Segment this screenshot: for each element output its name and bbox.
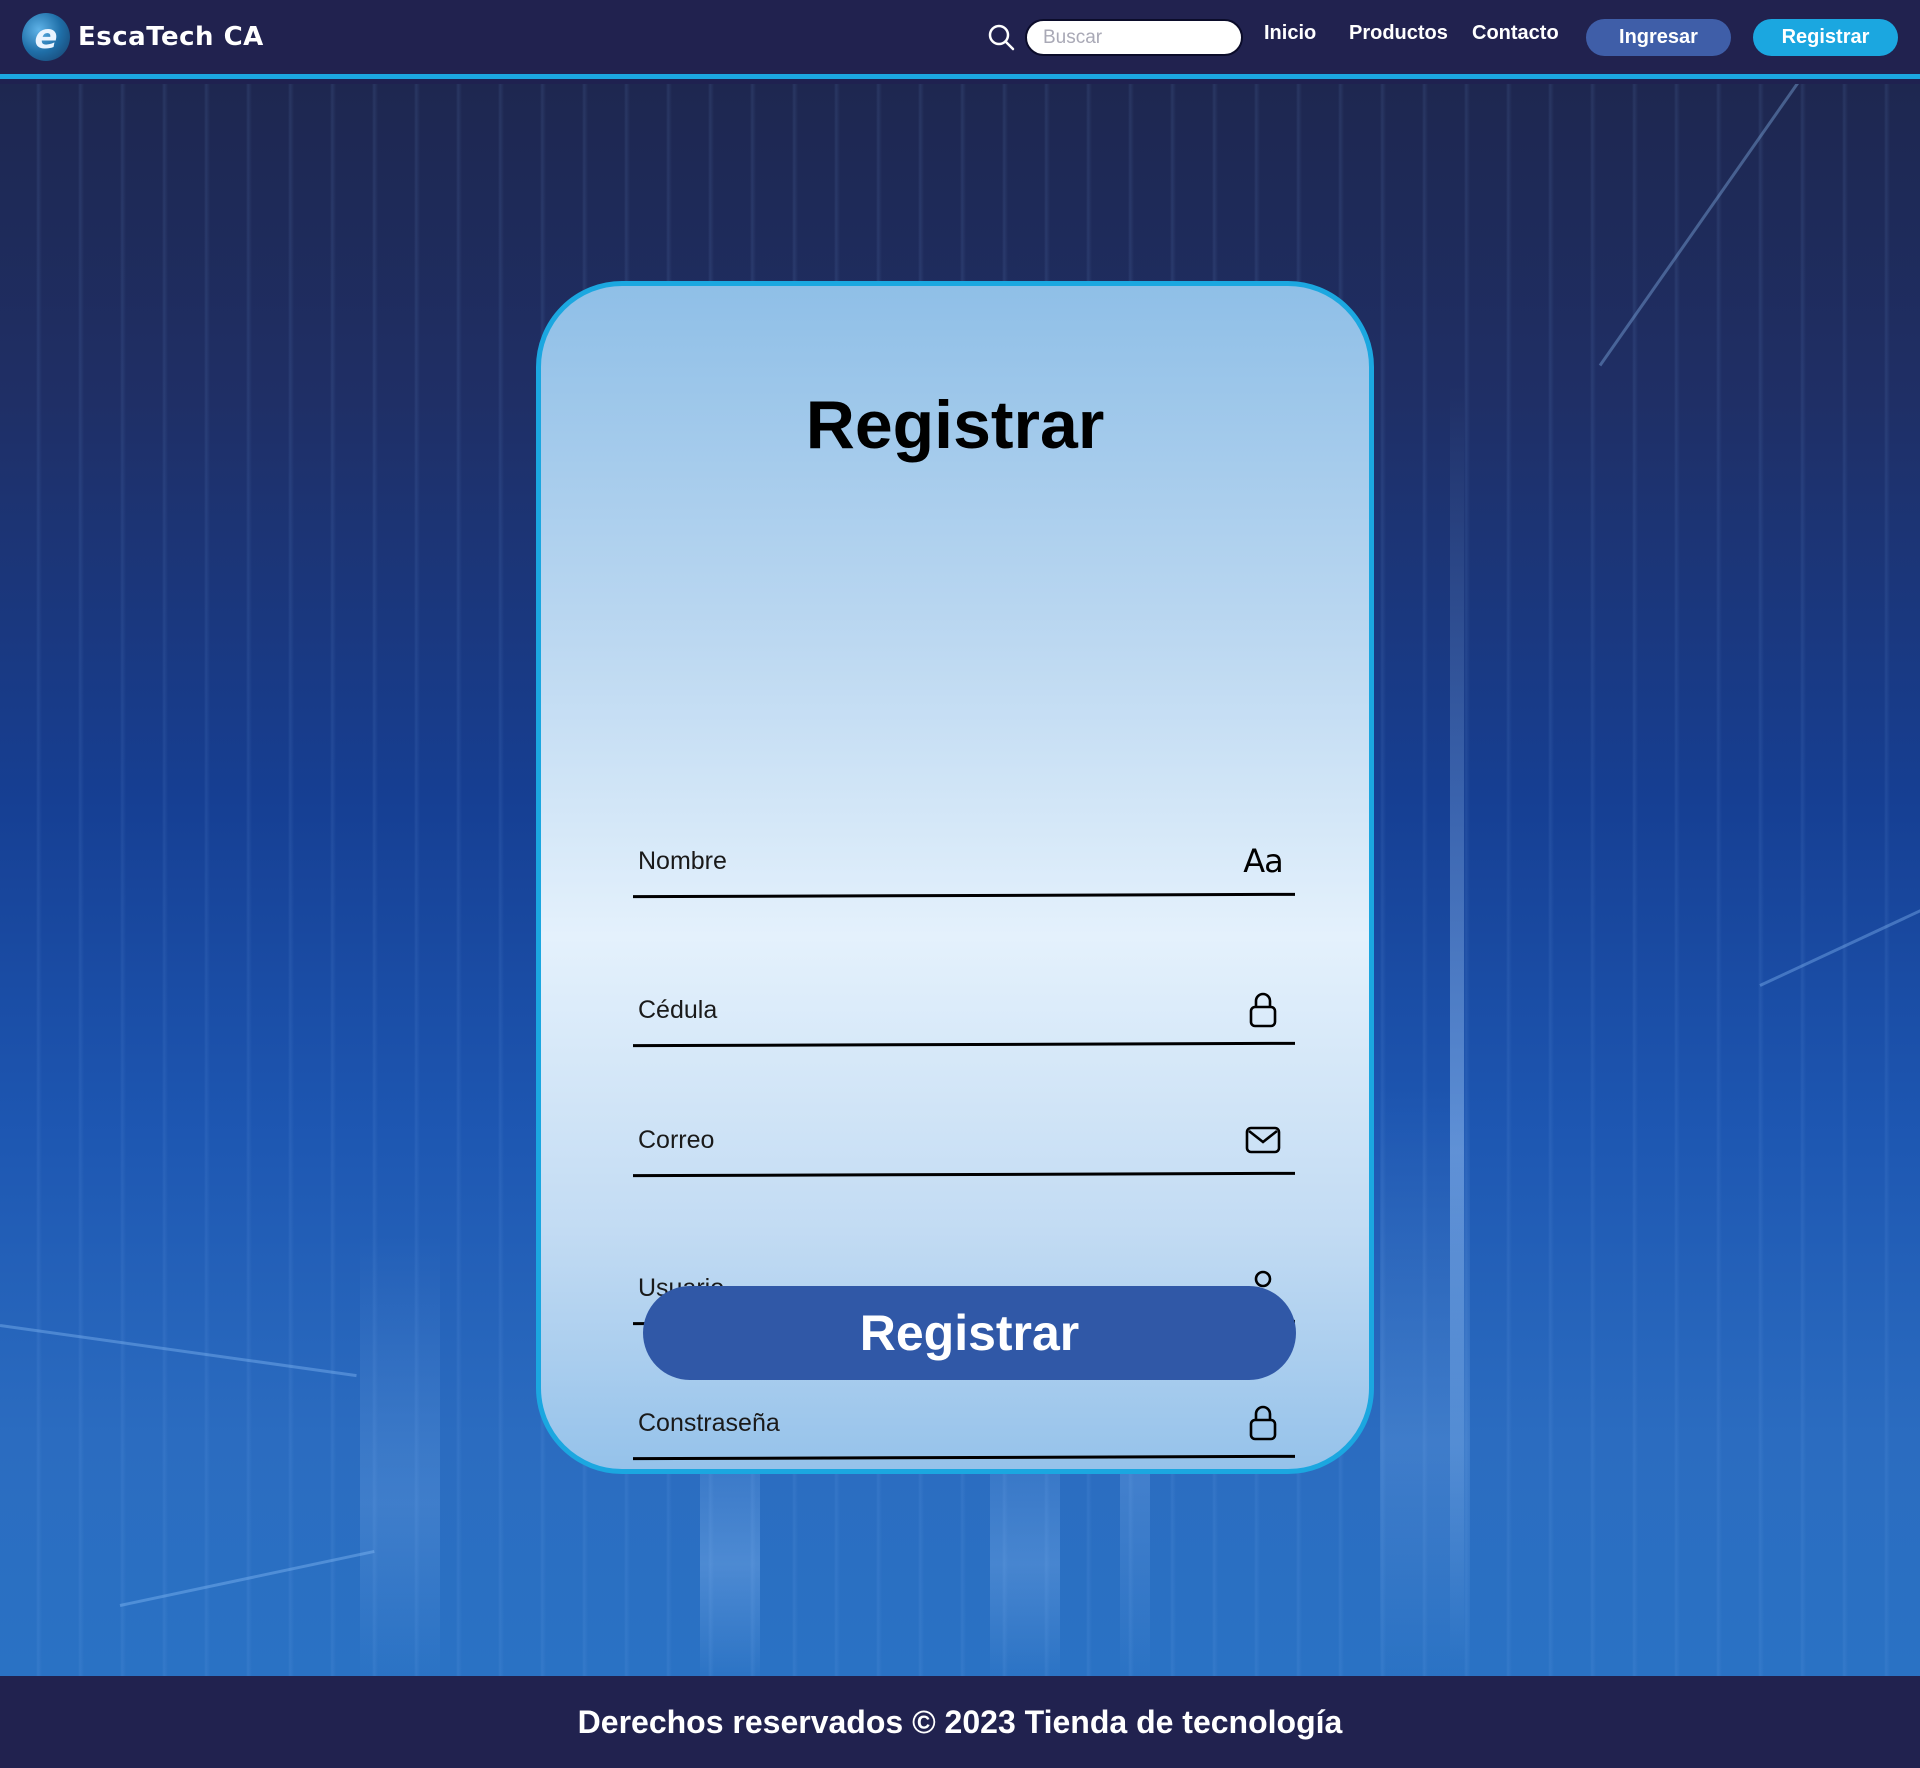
password-input[interactable] (633, 1395, 1233, 1455)
register-card: Registrar Nombre Aa Cédula Correo Usuari… (536, 281, 1374, 1474)
text-aa-icon: Aa (1243, 842, 1283, 880)
footer: Derechos reservados © 2023 Tienda de tec… (0, 1676, 1920, 1768)
light-streak (1380, 1084, 1470, 1676)
field-underline (632, 1171, 1296, 1178)
correo-field[interactable]: Correo (632, 1112, 1296, 1178)
registrar-header-button[interactable]: Registrar (1753, 19, 1898, 56)
footer-text: Derechos reservados © 2023 Tienda de tec… (577, 1703, 1343, 1740)
lock-icon (1243, 990, 1283, 1030)
password-field[interactable]: Constraseña (632, 1395, 1296, 1461)
nav-inicio[interactable]: Inicio (1264, 22, 1316, 45)
search-input[interactable] (1025, 19, 1243, 56)
nav-productos[interactable]: Productos (1349, 22, 1448, 45)
nombre-field[interactable]: Nombre Aa (632, 833, 1296, 899)
field-underline (632, 1041, 1296, 1048)
field-underline (632, 892, 1296, 899)
correo-input[interactable] (633, 1112, 1233, 1172)
form-title: Registrar (805, 387, 1105, 463)
light-line (119, 1549, 375, 1607)
ingresar-button[interactable]: Ingresar (1586, 19, 1731, 56)
search-icon[interactable] (987, 23, 1015, 51)
lock-icon (1243, 1403, 1283, 1443)
brand[interactable]: e EscaTech CA (22, 13, 264, 61)
nav-contacto[interactable]: Contacto (1472, 22, 1559, 45)
light-line (1759, 874, 1920, 987)
light-line (1598, 84, 1843, 367)
field-underline (632, 1454, 1296, 1461)
nombre-input[interactable] (633, 833, 1233, 893)
top-navbar: e EscaTech CA Inicio Productos Contacto … (0, 0, 1920, 79)
registrar-submit-button[interactable]: Registrar (643, 1286, 1296, 1380)
cedula-field[interactable]: Cédula (632, 982, 1296, 1048)
mail-icon (1243, 1120, 1283, 1160)
light-streak (360, 1234, 440, 1676)
light-line (0, 1324, 357, 1378)
brand-logo: e (22, 13, 70, 61)
brand-name: EscaTech CA (78, 22, 264, 52)
cedula-input[interactable] (633, 982, 1233, 1042)
